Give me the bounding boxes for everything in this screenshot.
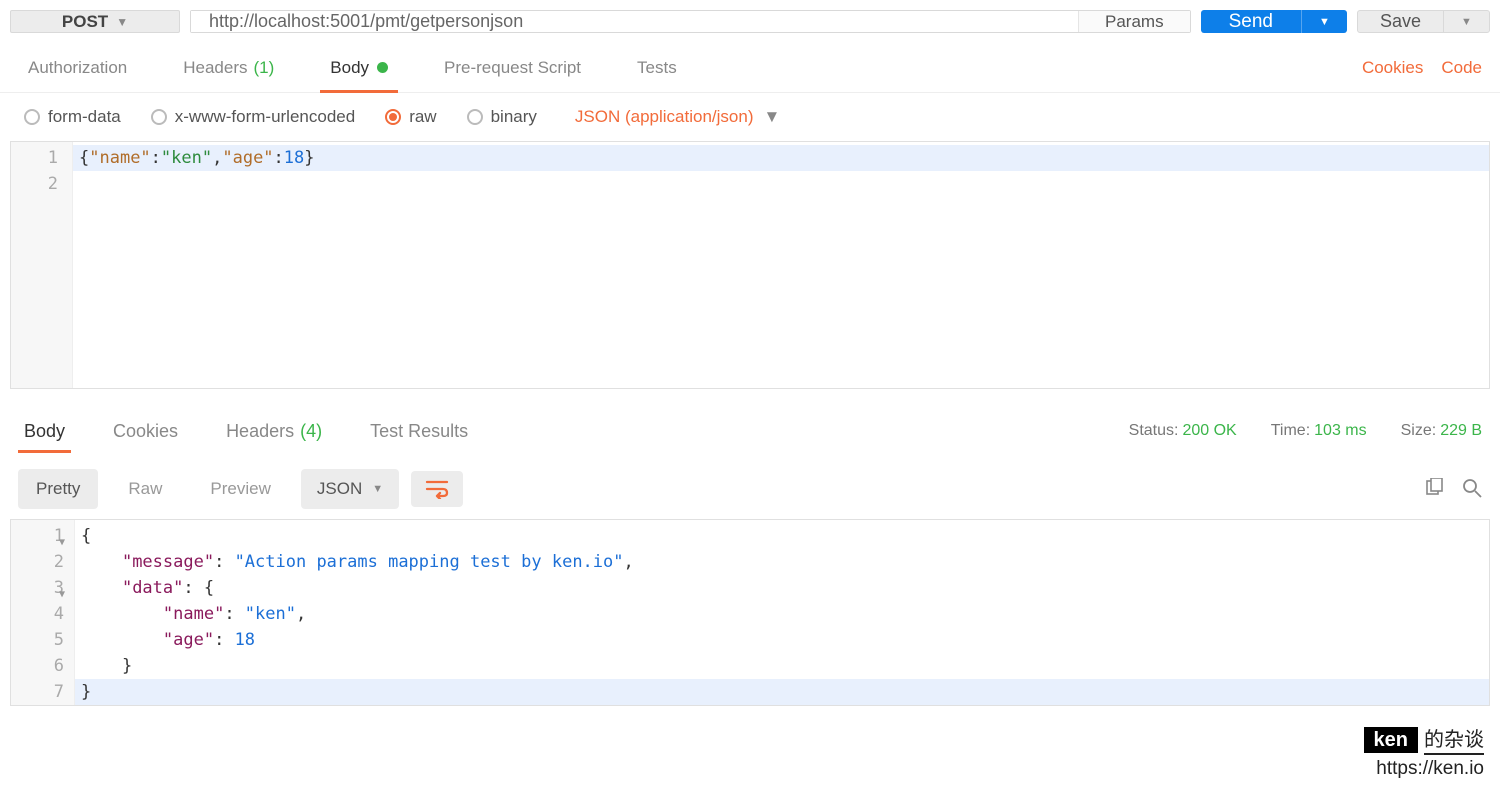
watermark-badge: ken: [1364, 727, 1418, 753]
http-method-value: POST: [62, 12, 108, 32]
radio-icon: [467, 109, 483, 125]
view-pretty-button[interactable]: Pretty: [18, 469, 98, 509]
params-label: Params: [1105, 12, 1164, 32]
send-button[interactable]: Send ▼: [1201, 10, 1347, 33]
view-preview-button[interactable]: Preview: [192, 469, 288, 509]
cookies-link[interactable]: Cookies: [1362, 58, 1423, 78]
response-code: { "message": "Action params mapping test…: [75, 520, 1489, 705]
resp-line-2: "message": "Action params mapping test b…: [75, 549, 1489, 575]
editor-code[interactable]: {"name":"ken","age":18}: [73, 142, 1489, 388]
response-meta: Status:200 OK Time:103 ms Size:229 B: [1129, 422, 1482, 440]
time-meta: Time:103 ms: [1271, 422, 1367, 440]
editor-gutter: 1 2: [11, 142, 73, 388]
response-headers-count: (4): [300, 421, 322, 442]
resp-line-5: "age": 18: [75, 627, 1489, 653]
resp-line-6: }: [75, 653, 1489, 679]
radio-icon: [24, 109, 40, 125]
tab-tests[interactable]: Tests: [627, 43, 687, 92]
chevron-down-icon: ▼: [1461, 16, 1472, 28]
tab-prerequest[interactable]: Pre-request Script: [434, 43, 591, 92]
request-toolbar: POST ▼ Params Send ▼ Save ▼: [0, 0, 1500, 43]
chevron-down-icon: ▼: [763, 107, 780, 127]
url-container: Params: [190, 10, 1191, 33]
watermark: ken的杂谈 https://ken.io: [1364, 725, 1484, 784]
content-type-select[interactable]: JSON (application/json) ▼: [575, 107, 780, 127]
radio-raw[interactable]: raw: [385, 107, 436, 127]
request-tabs: Authorization Headers (1) Body Pre-reque…: [0, 43, 1500, 93]
send-dropdown[interactable]: ▼: [1301, 10, 1347, 33]
tab-headers[interactable]: Headers (1): [173, 43, 284, 92]
response-tab-headers[interactable]: Headers (4): [220, 403, 328, 459]
size-meta: Size:229 B: [1401, 422, 1482, 440]
body-indicator-dot: [377, 62, 388, 73]
send-label: Send: [1229, 11, 1273, 33]
chevron-down-icon: ▼: [116, 15, 128, 29]
watermark-text: 的杂谈: [1424, 729, 1484, 755]
response-body-editor[interactable]: 1▼ 2 3▼ 4 5 6 7 { "message": "Action par…: [10, 519, 1490, 706]
save-dropdown[interactable]: ▼: [1443, 11, 1489, 32]
resp-line-4: "name": "ken",: [75, 601, 1489, 627]
copy-icon[interactable]: [1424, 478, 1444, 501]
status-meta: Status:200 OK: [1129, 422, 1237, 440]
resp-line-1: {: [75, 523, 1489, 549]
response-gutter: 1▼ 2 3▼ 4 5 6 7: [11, 520, 75, 705]
format-select[interactable]: JSON ▼: [301, 469, 399, 509]
response-tabs: Body Cookies Headers (4) Test Results St…: [0, 403, 1500, 459]
params-button[interactable]: Params: [1078, 11, 1190, 32]
resp-line-7: }: [75, 679, 1489, 705]
radio-xwww[interactable]: x-www-form-urlencoded: [151, 107, 355, 127]
wrap-lines-button[interactable]: [411, 471, 463, 507]
chevron-down-icon: ▼: [372, 483, 383, 495]
save-button[interactable]: Save ▼: [1357, 10, 1490, 33]
tab-authorization[interactable]: Authorization: [18, 43, 137, 92]
headers-count: (1): [254, 58, 275, 78]
tab-body[interactable]: Body: [320, 43, 398, 92]
http-method-select[interactable]: POST ▼: [10, 10, 180, 33]
code-line-1: {"name":"ken","age":18}: [73, 145, 1489, 171]
url-input[interactable]: [191, 11, 1078, 32]
body-type-options: form-data x-www-form-urlencoded raw bina…: [0, 93, 1500, 141]
radio-icon: [151, 109, 167, 125]
wrap-icon: [425, 479, 449, 499]
search-icon[interactable]: [1462, 478, 1482, 501]
response-toolbar: Pretty Raw Preview JSON ▼: [0, 459, 1500, 519]
code-link[interactable]: Code: [1441, 58, 1482, 78]
response-tab-cookies[interactable]: Cookies: [107, 403, 184, 459]
radio-form-data[interactable]: form-data: [24, 107, 121, 127]
view-raw-button[interactable]: Raw: [110, 469, 180, 509]
request-body-editor[interactable]: 1 2 {"name":"ken","age":18}: [10, 141, 1490, 389]
resp-line-3: "data": {: [75, 575, 1489, 601]
chevron-down-icon: ▼: [1319, 16, 1330, 28]
response-tab-testresults[interactable]: Test Results: [364, 403, 474, 459]
save-label: Save: [1380, 11, 1421, 32]
radio-icon: [385, 109, 401, 125]
response-tab-body[interactable]: Body: [18, 403, 71, 459]
watermark-url: https://ken.io: [1364, 755, 1484, 784]
radio-binary[interactable]: binary: [467, 107, 537, 127]
